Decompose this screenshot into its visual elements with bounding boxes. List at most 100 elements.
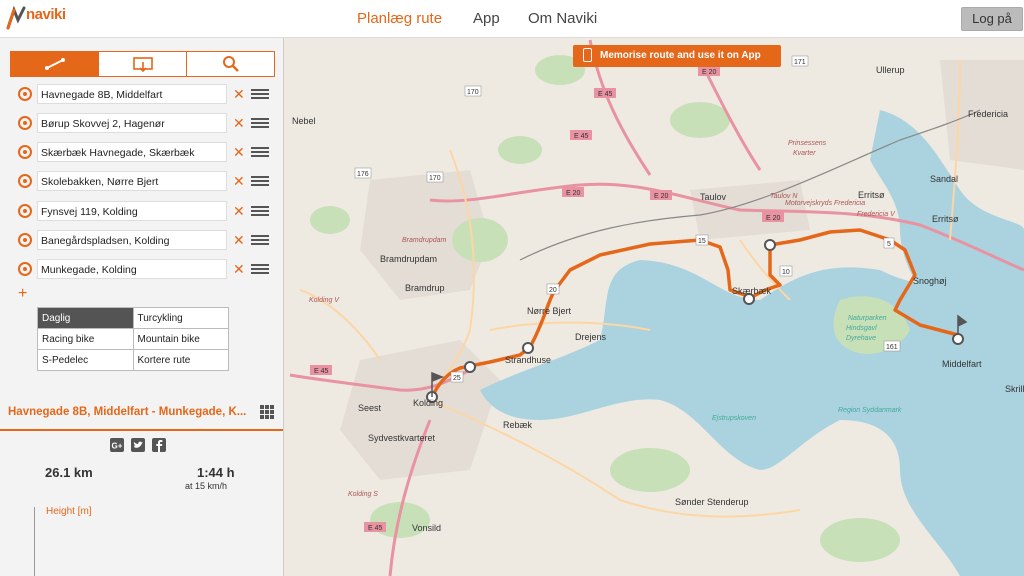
naviki-logo[interactable]: naviki — [4, 2, 66, 34]
svg-text:Kolding V: Kolding V — [309, 297, 340, 304]
svg-text:Ejstrupskoven: Ejstrupskoven — [712, 415, 756, 422]
waypoint-marker-icon — [18, 145, 32, 159]
svg-text:Seest: Seest — [358, 403, 382, 413]
svg-text:E 20: E 20 — [654, 193, 669, 200]
destination-flag-icon — [18, 262, 32, 276]
height-chart-label: Height [m] — [46, 506, 92, 517]
waypoint-row: Børup Skovvej 2, Hagenør ✕ — [18, 113, 278, 133]
svg-text:Erritsø: Erritsø — [858, 190, 885, 200]
tab-route-planning[interactable] — [11, 52, 99, 76]
svg-text:E 45: E 45 — [598, 91, 613, 98]
svg-text:Sandal: Sandal — [930, 174, 958, 184]
nav-plan-route[interactable]: Planlæg rute — [357, 10, 442, 27]
svg-text:Kolding S: Kolding S — [348, 491, 378, 498]
svg-text:E 45: E 45 — [314, 368, 329, 375]
waypoint-input[interactable]: Munkegade, Kolding — [37, 259, 227, 279]
profile-option[interactable]: Daglig — [37, 307, 134, 329]
map-canvas[interactable]: Fredericia Ullerup Sandal Erritsø Errits… — [283, 37, 1024, 576]
svg-text:Motorvejskryds Fredericia: Motorvejskryds Fredericia — [785, 200, 865, 207]
waypoint-row: Skærbæk Havnegade, Skærbæk ✕ — [18, 142, 278, 162]
svg-text:170: 170 — [467, 89, 479, 96]
profile-option[interactable]: S-Pedelec — [37, 349, 134, 371]
waypoint-input[interactable]: Skærbæk Havnegade, Skærbæk — [37, 142, 227, 162]
drag-handle-icon[interactable] — [251, 235, 269, 245]
svg-text:Hindsgavl: Hindsgavl — [846, 325, 877, 332]
svg-text:Nørre Bjert: Nørre Bjert — [527, 306, 572, 316]
waypoint-input[interactable]: Havnegade 8B, Middelfart — [37, 84, 227, 104]
svg-text:Skrill: Skrill — [1005, 384, 1024, 394]
drag-handle-icon[interactable] — [251, 206, 269, 216]
profile-option[interactable]: Turcykling — [132, 307, 229, 329]
logo-arrow-icon — [6, 5, 26, 30]
svg-text:Rebæk: Rebæk — [503, 420, 533, 430]
remove-waypoint-icon[interactable]: ✕ — [233, 230, 245, 250]
waypoint-input[interactable]: Børup Skovvej 2, Hagenør — [37, 113, 227, 133]
waypoint-marker-icon — [18, 204, 32, 218]
svg-text:Middelfart: Middelfart — [942, 359, 982, 369]
nav-about[interactable]: Om Naviki — [528, 10, 597, 27]
phone-icon — [583, 48, 592, 63]
svg-text:Kvarter: Kvarter — [793, 150, 816, 157]
nav-app[interactable]: App — [473, 10, 500, 27]
waypoint-input[interactable]: Skolebakken, Nørre Bjert — [37, 171, 227, 191]
search-icon — [222, 56, 239, 72]
waypoint-row: Banegårdspladsen, Kolding ✕ — [18, 230, 278, 250]
svg-text:G+: G+ — [112, 442, 123, 451]
route-title: Havnegade 8B, Middelfart - Munkegade, K.… — [8, 406, 247, 418]
svg-text:171: 171 — [794, 59, 806, 66]
drag-handle-icon[interactable] — [251, 264, 269, 274]
profile-option[interactable]: Kortere rute — [132, 349, 229, 371]
remove-waypoint-icon[interactable]: ✕ — [233, 259, 245, 279]
mode-tabs — [10, 51, 275, 77]
remove-waypoint-icon[interactable]: ✕ — [233, 113, 245, 133]
waypoint-marker-icon — [18, 174, 32, 188]
waypoint-marker-icon — [18, 233, 32, 247]
svg-text:Taulov N: Taulov N — [770, 193, 798, 200]
facebook-icon[interactable] — [152, 438, 166, 452]
divider — [0, 429, 283, 431]
svg-text:E 45: E 45 — [574, 133, 589, 140]
remove-waypoint-icon[interactable]: ✕ — [233, 84, 245, 104]
remove-waypoint-icon[interactable]: ✕ — [233, 171, 245, 191]
svg-text:Bramdrupdam: Bramdrupdam — [380, 254, 437, 264]
drag-handle-icon[interactable] — [251, 176, 269, 186]
drag-handle-icon[interactable] — [251, 147, 269, 157]
svg-text:Strandhuse: Strandhuse — [505, 355, 551, 365]
google-plus-icon[interactable]: G+ — [110, 438, 124, 452]
svg-text:15: 15 — [698, 238, 706, 245]
svg-text:Erritsø: Erritsø — [932, 214, 959, 224]
svg-text:5: 5 — [887, 241, 891, 248]
svg-text:170: 170 — [429, 175, 441, 182]
svg-text:161: 161 — [886, 344, 898, 351]
tab-export[interactable] — [99, 52, 187, 76]
map-view[interactable]: Fredericia Ullerup Sandal Erritsø Errits… — [283, 37, 1024, 576]
drag-handle-icon[interactable] — [251, 118, 269, 128]
remove-waypoint-icon[interactable]: ✕ — [233, 142, 245, 162]
svg-text:176: 176 — [357, 171, 369, 178]
twitter-icon[interactable] — [131, 438, 145, 452]
svg-text:E 20: E 20 — [702, 69, 717, 76]
memorise-label: Memorise route and use it on App — [600, 50, 761, 61]
profile-option[interactable]: Mountain bike — [132, 328, 229, 350]
waypoint-input[interactable]: Fynsvej 119, Kolding — [37, 201, 227, 221]
export-icon — [132, 57, 153, 72]
login-button[interactable]: Log på — [961, 7, 1023, 31]
start-marker-icon — [18, 87, 32, 101]
svg-text:Sønder Stenderup: Sønder Stenderup — [675, 497, 749, 507]
memorise-route-button[interactable]: Memorise route and use it on App — [573, 45, 781, 67]
svg-text:Snoghøj: Snoghøj — [913, 276, 947, 286]
waypoint-row: Munkegade, Kolding ✕ — [18, 259, 278, 279]
drag-handle-icon[interactable] — [251, 89, 269, 99]
tab-search[interactable] — [187, 52, 274, 76]
route-duration: 1:44 h — [197, 465, 235, 480]
route-icon — [44, 58, 65, 70]
svg-text:20: 20 — [549, 287, 557, 294]
grid-menu-icon[interactable] — [260, 405, 274, 419]
svg-text:Prinsessens: Prinsessens — [788, 140, 827, 147]
height-chart-axis — [34, 507, 35, 576]
waypoint-input[interactable]: Banegårdspladsen, Kolding — [37, 230, 227, 250]
add-waypoint-icon[interactable]: + — [18, 285, 27, 303]
svg-text:Vonsild: Vonsild — [412, 523, 441, 533]
profile-option[interactable]: Racing bike — [37, 328, 134, 350]
remove-waypoint-icon[interactable]: ✕ — [233, 201, 245, 221]
